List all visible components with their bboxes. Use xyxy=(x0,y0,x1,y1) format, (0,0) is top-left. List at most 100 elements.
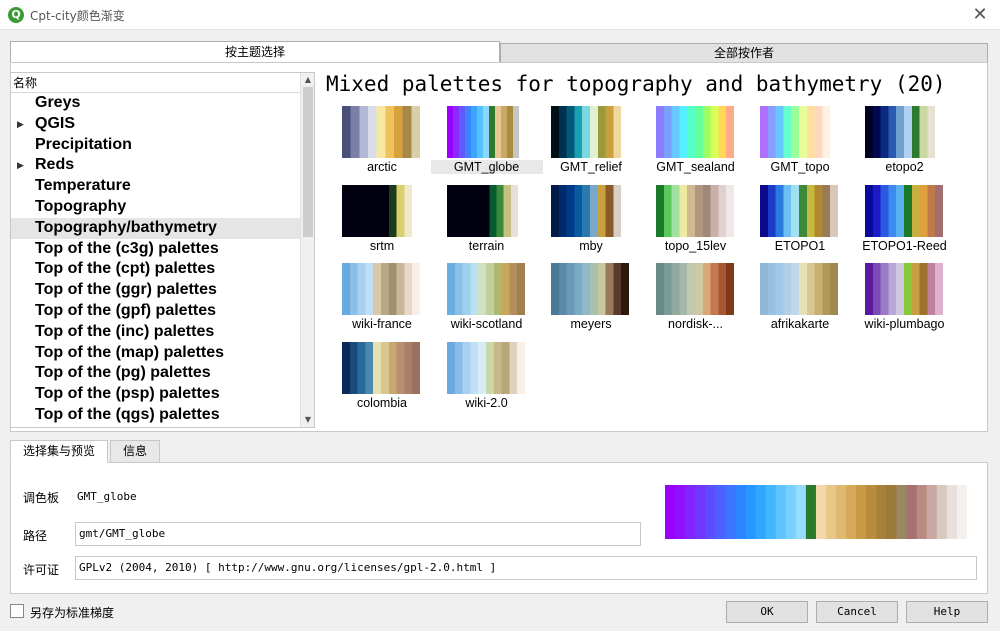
tab-by-author[interactable]: 全部按作者 xyxy=(500,43,988,63)
palette-swatch[interactable] xyxy=(446,106,525,158)
palette-swatch[interactable] xyxy=(655,184,734,237)
palette-swatch[interactable] xyxy=(864,184,943,237)
palette-swatch[interactable] xyxy=(342,106,420,158)
ok-button[interactable]: OK xyxy=(726,601,808,623)
palette-swatch[interactable] xyxy=(551,184,629,237)
top-tab-bar: 按主题选择 全部按作者 xyxy=(10,41,988,63)
palette-tile[interactable]: afrikakarte xyxy=(748,263,852,341)
close-icon[interactable]: ✕ xyxy=(968,3,992,27)
palette-name[interactable]: colombia xyxy=(326,396,438,410)
tree-item[interactable]: Top of the (gpf) palettes xyxy=(11,301,301,322)
palette-name[interactable]: arctic xyxy=(326,160,438,174)
palette-tile[interactable]: GMT_relief xyxy=(539,106,643,184)
palette-name[interactable]: wiki-2.0 xyxy=(431,396,543,410)
palette-tile[interactable]: wiki-france xyxy=(330,263,434,341)
tree-item[interactable]: Topography/bathymetry xyxy=(11,217,301,239)
palette-name[interactable]: GMT_topo xyxy=(744,160,856,174)
tree-item[interactable]: Top of the (psp) palettes xyxy=(11,384,301,405)
tab-selection-preview[interactable]: 选择集与预览 xyxy=(10,440,108,463)
tree-item[interactable]: Greys xyxy=(11,93,301,114)
palette-swatch[interactable] xyxy=(551,106,629,158)
preview-color-band xyxy=(926,485,938,539)
palette-swatch[interactable] xyxy=(864,263,943,315)
tree-item[interactable]: Top of the (ggr) palettes xyxy=(11,280,301,301)
palette-tile[interactable]: GMT_topo xyxy=(748,106,852,184)
scroll-up-icon[interactable]: ▲ xyxy=(301,73,315,87)
palette-tile[interactable]: mby xyxy=(539,184,643,263)
palette-swatch[interactable] xyxy=(446,263,525,315)
palette-tile[interactable]: GMT_globe xyxy=(430,106,543,184)
palette-name[interactable]: ETOPO1 xyxy=(744,239,856,253)
palette-tile[interactable]: wiki-2.0 xyxy=(435,341,539,420)
palette-name[interactable]: nordisk-... xyxy=(640,317,752,331)
tree-item[interactable]: ▶ Reds xyxy=(11,155,301,176)
tree-item[interactable]: Top of the (c3g) palettes xyxy=(11,239,301,260)
palette-name[interactable]: etopo2 xyxy=(849,160,961,174)
palette-tile[interactable]: etopo2 xyxy=(853,106,957,184)
palette-swatch[interactable] xyxy=(864,106,943,158)
palette-name[interactable]: GMT_sealand xyxy=(640,160,752,174)
palette-name[interactable]: GMT_globe xyxy=(430,160,543,174)
palette-tile[interactable]: srtm xyxy=(330,184,434,263)
palette-swatch[interactable] xyxy=(446,341,525,394)
palette-swatch[interactable] xyxy=(342,341,420,394)
tree-scrollbar[interactable]: ▲ ▼ xyxy=(300,73,314,427)
palette-swatch[interactable] xyxy=(760,184,838,237)
palette-swatch[interactable] xyxy=(342,184,420,237)
palette-tile[interactable]: ETOPO1 xyxy=(748,184,852,263)
preview-color-band xyxy=(936,485,948,539)
tree-item[interactable]: ▶ QGIS xyxy=(11,114,301,135)
palette-name[interactable]: wiki-scotland xyxy=(431,317,543,331)
palette-swatch[interactable] xyxy=(655,106,734,158)
palette-name[interactable]: ETOPO1-Reed xyxy=(849,239,961,253)
tree-item-label: QGIS xyxy=(35,114,76,132)
palette-name[interactable]: wiki-plumbago xyxy=(849,317,961,331)
expand-arrow-icon[interactable]: ▶ xyxy=(17,155,24,176)
palette-swatch[interactable] xyxy=(760,263,838,315)
palette-tile[interactable]: GMT_sealand xyxy=(644,106,748,184)
palette-tile[interactable]: ETOPO1-Reed xyxy=(853,184,957,263)
palette-name[interactable]: topo_15lev xyxy=(640,239,752,253)
scroll-down-icon[interactable]: ▼ xyxy=(301,413,315,427)
palette-tile[interactable]: nordisk-... xyxy=(644,263,748,341)
palette-name[interactable]: terrain xyxy=(431,239,543,253)
palette-tile[interactable]: wiki-plumbago xyxy=(853,263,957,341)
palette-name[interactable]: afrikakarte xyxy=(744,317,856,331)
palette-name[interactable]: mby xyxy=(535,239,647,253)
palette-name[interactable]: srtm xyxy=(326,239,438,253)
palette-tile[interactable]: arctic xyxy=(330,106,434,184)
help-button[interactable]: Help xyxy=(906,601,988,623)
tree-item[interactable]: Topography xyxy=(11,197,301,218)
tree-item[interactable]: Top of the (qgs) palettes xyxy=(11,405,301,426)
tree-item[interactable]: Temperature xyxy=(11,176,301,197)
tree-item[interactable]: Precipitation xyxy=(11,135,301,156)
tab-info[interactable]: 信息 xyxy=(110,440,160,463)
cancel-button[interactable]: Cancel xyxy=(816,601,898,623)
license-field[interactable]: GPLv2 (2004, 2010) [ http://www.gnu.org/… xyxy=(75,556,977,580)
tree-item[interactable]: Top of the (map) palettes xyxy=(11,343,301,364)
palette-swatch[interactable] xyxy=(760,106,838,158)
palette-tile[interactable]: colombia xyxy=(330,341,434,420)
tree-item[interactable]: Top of the (pg) palettes xyxy=(11,363,301,384)
palette-swatch[interactable] xyxy=(446,184,525,237)
save-as-standard-checkbox[interactable] xyxy=(10,604,24,618)
palette-swatch[interactable] xyxy=(551,263,629,315)
tab-by-theme[interactable]: 按主题选择 xyxy=(10,41,500,63)
expand-arrow-icon[interactable]: ▶ xyxy=(17,114,24,135)
tree-item[interactable]: Top of the (cpt) palettes xyxy=(11,259,301,280)
palette-tile[interactable]: terrain xyxy=(435,184,539,263)
window-title: Cpt-city颜色渐变 xyxy=(30,9,125,23)
tree-item[interactable]: Top of the (inc) palettes xyxy=(11,322,301,343)
palette-swatch[interactable] xyxy=(342,263,420,315)
scrollbar-thumb[interactable] xyxy=(303,87,313,237)
tree-column-header[interactable]: 名称 xyxy=(11,73,301,93)
splitter-handle[interactable] xyxy=(316,240,320,260)
palette-name[interactable]: meyers xyxy=(535,317,647,331)
path-field[interactable]: gmt/GMT_globe xyxy=(75,522,641,546)
palette-tile[interactable]: wiki-scotland xyxy=(435,263,539,341)
palette-tile[interactable]: topo_15lev xyxy=(644,184,748,263)
palette-name[interactable]: wiki-france xyxy=(326,317,438,331)
palette-tile[interactable]: meyers xyxy=(539,263,643,341)
palette-name[interactable]: GMT_relief xyxy=(535,160,647,174)
palette-swatch[interactable] xyxy=(655,263,734,315)
